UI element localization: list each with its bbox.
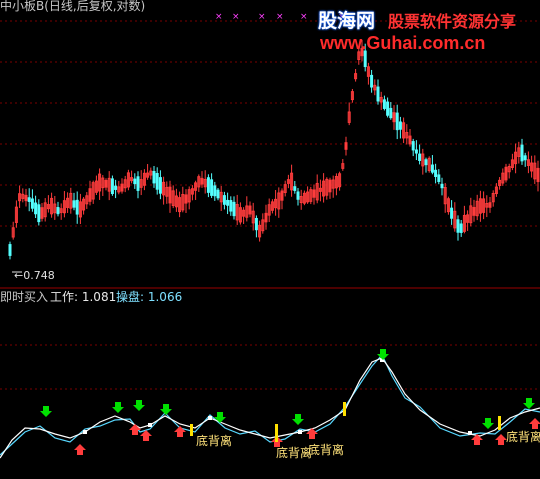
green-down-arrow-icon [214, 412, 226, 423]
candle-body [27, 197, 31, 202]
candle-body [523, 155, 527, 161]
indicator-node [83, 430, 87, 434]
divergence-label: 底背离 [276, 446, 313, 460]
candle-body [395, 112, 399, 131]
candle-body [152, 170, 156, 184]
candle-body [114, 185, 118, 190]
candle-body [389, 107, 393, 119]
divergence-label: 底背离 [196, 434, 233, 448]
candle-body [456, 219, 460, 233]
indicator-lines [0, 353, 540, 459]
candlestick-series [8, 39, 540, 273]
yellow-signal-bar [275, 424, 278, 442]
yellow-signal-bar [343, 402, 346, 416]
watermark-slogan: 股票软件资源分享 [388, 12, 517, 31]
indicator-work-value: 工作: 1.081 [50, 290, 117, 304]
watermark-logo: 股海网 股票软件资源分享 www.Guhai.com.cn [318, 6, 540, 54]
candle-body [434, 169, 438, 177]
candle-body [418, 153, 422, 161]
candle-body [459, 223, 463, 233]
divergence-label: 底背离 [308, 443, 345, 457]
indicator-node [148, 423, 152, 427]
candle-body [229, 200, 233, 212]
candle-body [450, 207, 454, 219]
candle-body [376, 86, 380, 102]
candle-body [520, 144, 524, 162]
red-up-arrow-icon [129, 424, 141, 435]
yellow-signal-bar [498, 416, 501, 430]
magenta-x-icon: × [215, 12, 223, 22]
candle-body [213, 185, 217, 197]
magenta-x-icon: × [276, 12, 284, 22]
magenta-x-icon: × [258, 12, 266, 22]
indicator-node [298, 430, 302, 434]
candle-body [424, 159, 428, 166]
red-up-arrow-icon [174, 426, 186, 437]
candle-body [222, 195, 226, 205]
indicator-cao-value: 操盘: 1.066 [116, 290, 183, 304]
chart-title: 中小板B(日线,后复权,对数) [0, 0, 146, 13]
candle-body [56, 207, 60, 215]
indicator-node [468, 431, 472, 435]
green-down-arrow-icon [482, 418, 494, 429]
red-up-arrow-icon [74, 444, 86, 455]
candle-body [382, 99, 386, 109]
indicator-name: 即时买入 [0, 290, 49, 304]
indicator-node [208, 416, 212, 420]
candle-body [414, 149, 418, 154]
candle-body [440, 183, 444, 189]
candle-body [158, 177, 162, 194]
green-down-arrow-icon [112, 402, 124, 413]
yellow-signal-bar [190, 424, 193, 436]
candle-body [370, 74, 374, 88]
watermark-url: www.Guhai.com.cn [320, 33, 486, 53]
green-down-arrow-icon [160, 404, 172, 415]
candle-body [155, 173, 159, 190]
candle-body [133, 178, 137, 185]
candle-body [30, 198, 34, 209]
candle-body [254, 217, 258, 231]
candle-body [75, 199, 79, 215]
candle-body [430, 164, 434, 173]
candle-body [210, 179, 214, 196]
candle-body [34, 202, 38, 215]
candle-body [398, 121, 402, 130]
green-down-arrow-icon [523, 398, 535, 409]
magenta-x-icon: × [300, 12, 308, 22]
candle-body [437, 174, 441, 182]
green-down-arrow-icon [292, 414, 304, 425]
candle-body [386, 101, 390, 116]
candle-body [37, 204, 41, 223]
low-price-label: ←0.748 [14, 269, 55, 282]
candle-body [232, 201, 236, 217]
indicator-line-cyan [0, 353, 540, 456]
signal-markers [40, 349, 540, 455]
indicator-line-white [0, 357, 540, 459]
green-down-arrow-icon [40, 406, 52, 417]
candle-body [293, 186, 297, 191]
candle-body [110, 178, 114, 195]
watermark-cn: 股海网 [318, 10, 376, 32]
chart-canvas: × × × × × × × [0, 12, 540, 459]
candle-body [411, 141, 415, 151]
magenta-x-icon: × [232, 12, 240, 22]
candle-body [296, 191, 300, 200]
candle-body [72, 200, 76, 208]
candle-body [136, 176, 140, 191]
candle-body [8, 244, 12, 256]
divergence-label: 底背离 [506, 430, 540, 444]
candle-body [216, 189, 220, 199]
candle-body [226, 199, 230, 206]
green-down-arrow-icon [133, 400, 145, 411]
candle-body [206, 177, 210, 193]
